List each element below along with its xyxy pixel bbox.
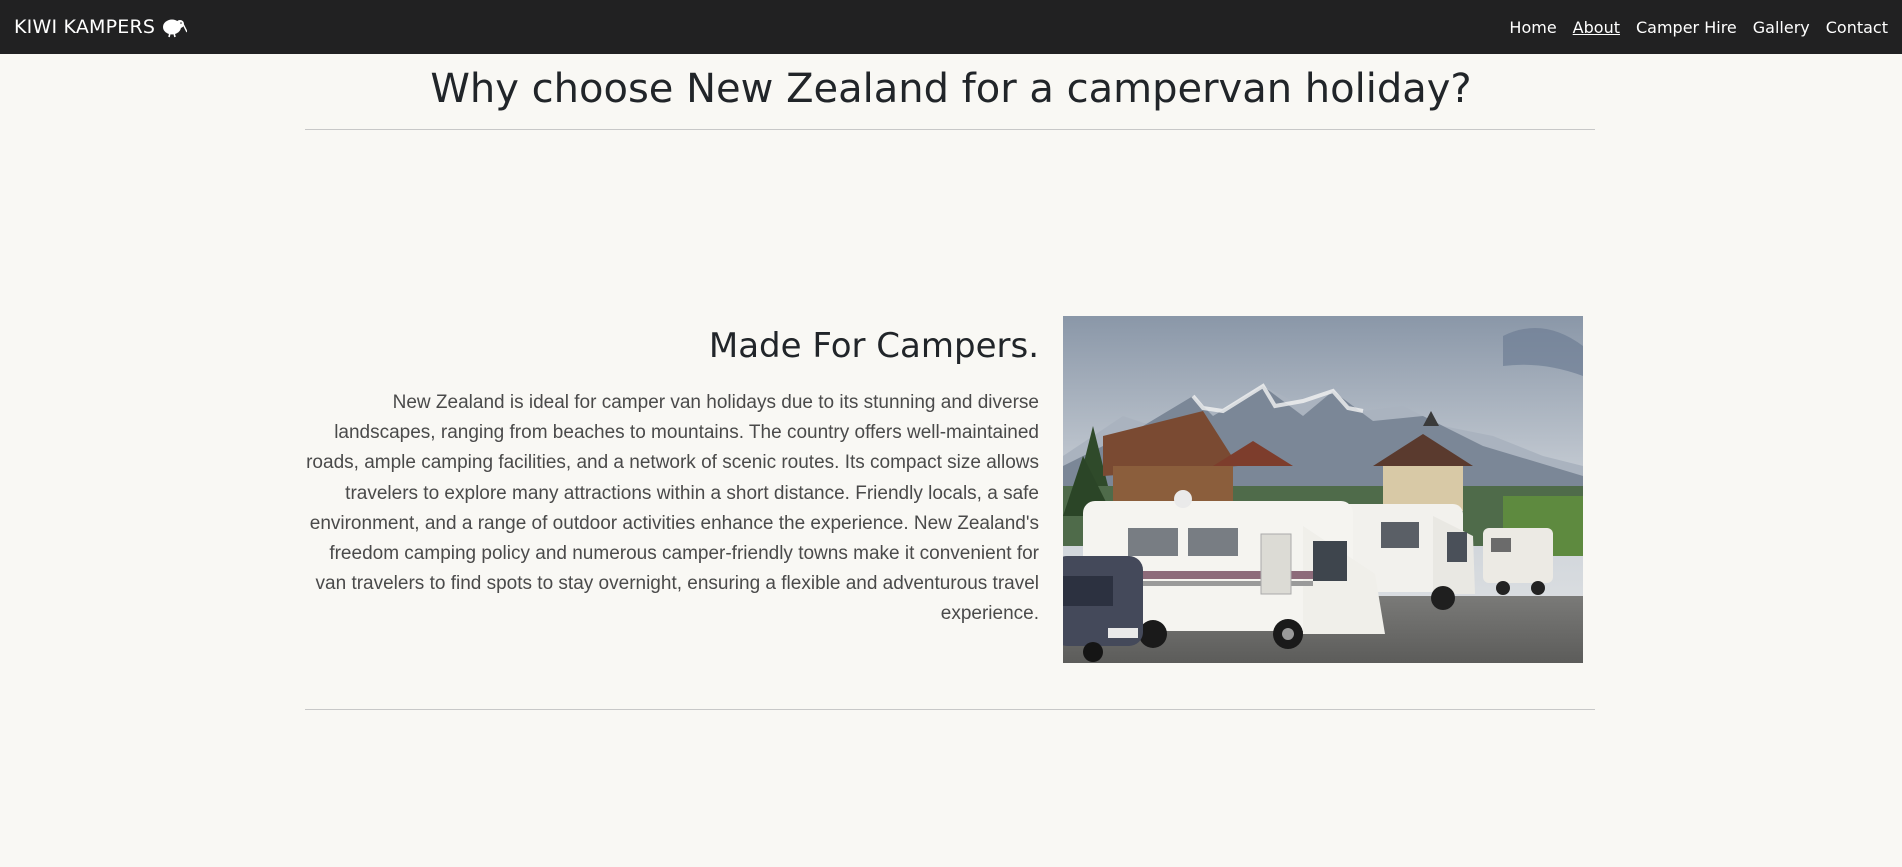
divider-bottom — [305, 709, 1595, 710]
nav-link-camper-hire[interactable]: Camper Hire — [1636, 18, 1737, 37]
top-navbar: KIWI KAMPERS Home About Camper Hire Gall… — [0, 0, 1902, 54]
page-title: Why choose New Zealand for a campervan h… — [430, 66, 1472, 112]
nav-links: Home About Camper Hire Gallery Contact — [1493, 18, 1888, 37]
nav-link-about[interactable]: About — [1573, 18, 1620, 37]
intro-text-column: Made For Campers. New Zealand is ideal f… — [305, 326, 1039, 630]
nav-link-contact[interactable]: Contact — [1826, 18, 1888, 37]
kiwi-bird-icon — [163, 19, 188, 38]
brand-link[interactable]: KIWI KAMPERS — [14, 16, 188, 38]
section-heading: Made For Campers. — [708, 326, 1039, 366]
divider-top — [305, 129, 1595, 130]
section-body: New Zealand is ideal for camper van holi… — [306, 392, 1039, 625]
nav-link-home[interactable]: Home — [1509, 18, 1556, 37]
campervan-photo — [1063, 316, 1583, 663]
brand-name: KIWI KAMPERS — [14, 16, 156, 38]
nav-link-gallery[interactable]: Gallery — [1753, 18, 1810, 37]
